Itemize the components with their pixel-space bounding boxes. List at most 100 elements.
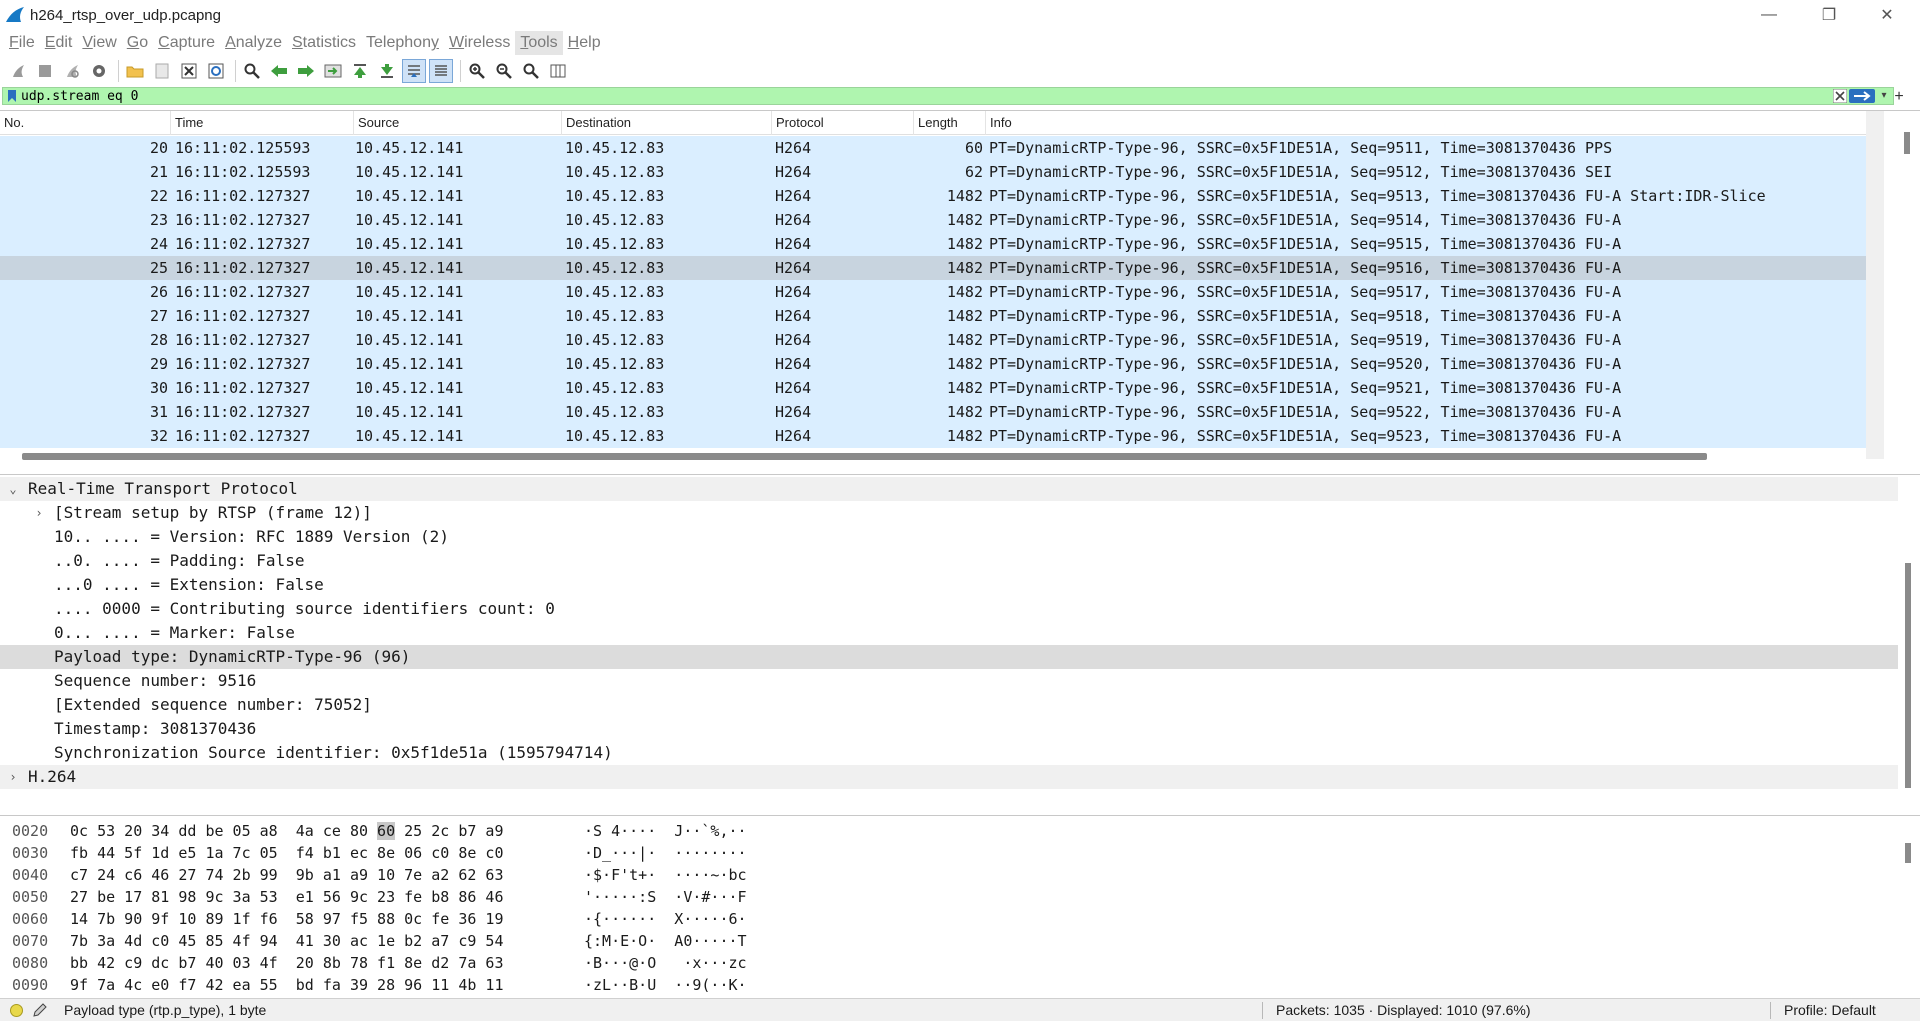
go-to-packet-icon[interactable] xyxy=(321,59,345,83)
zoom-out-icon[interactable] xyxy=(492,59,516,83)
packet-row[interactable]: 31 16:11:02.127327 10.45.12.141 10.45.12.83… xyxy=(0,400,1866,424)
protocol-tree-field[interactable]: Sequence number: 9516 xyxy=(0,669,1898,693)
column-header-time[interactable]: Time xyxy=(171,111,354,135)
packet-row[interactable]: 27 16:11:02.127327 10.45.12.141 10.45.12.83… xyxy=(0,304,1866,328)
column-header-no[interactable]: No. xyxy=(0,111,171,135)
packet-row[interactable]: 20 16:11:02.125593 10.45.12.141 10.45.12.83… xyxy=(0,136,1866,160)
packet-row[interactable]: 30 16:11:02.127327 10.45.12.141 10.45.12.83… xyxy=(0,376,1866,400)
protocol-tree-field[interactable]: Payload type: DynamicRTP-Type-96 (96) xyxy=(0,645,1898,669)
capture-comment-pencil-icon[interactable] xyxy=(32,1002,48,1018)
stop-capture-icon[interactable] xyxy=(33,59,57,83)
protocol-tree-header[interactable]: › H.264 xyxy=(0,765,1898,789)
resize-columns-icon[interactable] xyxy=(546,59,570,83)
first-packet-icon[interactable] xyxy=(348,59,372,83)
packet-row[interactable]: 24 16:11:02.127327 10.45.12.141 10.45.12.83… xyxy=(0,232,1866,256)
hex-row[interactable]: 0080 bb 42 c9 dc b7 40 03 4f 20 8b 78 f1 … xyxy=(0,952,800,974)
packet-list-scrollbar[interactable] xyxy=(1866,111,1884,459)
packet-row[interactable]: 23 16:11:02.127327 10.45.12.141 10.45.12.83… xyxy=(0,208,1866,232)
go-back-arrow-icon[interactable] xyxy=(267,59,291,83)
apply-filter-arrow-icon[interactable] xyxy=(1849,89,1875,103)
close-file-icon[interactable] xyxy=(177,59,201,83)
expert-info-indicator-icon[interactable] xyxy=(10,1004,23,1017)
save-file-icon[interactable] xyxy=(150,59,174,83)
packet-row[interactable]: 32 16:11:02.127327 10.45.12.141 10.45.12.83… xyxy=(0,424,1866,448)
clear-filter-icon[interactable] xyxy=(1833,89,1847,103)
autoscroll-icon[interactable] xyxy=(402,59,426,83)
capture-options-gear-icon[interactable] xyxy=(87,59,111,83)
menu-tools[interactable]: Tools xyxy=(515,31,563,55)
normal-size-icon[interactable] xyxy=(519,59,543,83)
hex-row[interactable]: 0060 14 7b 90 9f 10 89 1f f6 58 97 f5 88 … xyxy=(0,908,800,930)
details-scroll-thumb[interactable] xyxy=(1905,563,1911,788)
expand-chevron-icon[interactable]: › xyxy=(32,501,46,525)
start-capture-icon[interactable] xyxy=(6,59,30,83)
minimize-button[interactable]: — xyxy=(1740,0,1798,30)
protocol-tree-header[interactable]: ⌄ Real-Time Transport Protocol xyxy=(0,477,1898,501)
menu-telephony[interactable]: Telephony xyxy=(361,31,444,55)
last-packet-icon[interactable] xyxy=(375,59,399,83)
column-header-destination[interactable]: Destination xyxy=(562,111,772,135)
packet-cell-time: 16:11:02.127327 xyxy=(175,211,311,229)
toolbar-separator xyxy=(235,60,236,82)
expand-chevron-icon[interactable]: › xyxy=(6,765,20,789)
packet-cell-len: 1482 xyxy=(946,355,983,373)
packet-cell-no: 22 xyxy=(149,187,168,205)
packet-row[interactable]: 22 16:11:02.127327 10.45.12.141 10.45.12.83… xyxy=(0,184,1866,208)
menu-wireless[interactable]: Wireless xyxy=(444,31,515,55)
collapse-chevron-icon[interactable]: ⌄ xyxy=(6,477,20,501)
packet-row[interactable]: 25 16:11:02.127327 10.45.12.141 10.45.12.83… xyxy=(0,256,1866,280)
go-forward-arrow-icon[interactable] xyxy=(294,59,318,83)
protocol-tree-field[interactable]: .... 0000 = Contributing source identifi… xyxy=(0,597,1898,621)
protocol-tree-field[interactable]: Timestamp: 3081370436 xyxy=(0,717,1898,741)
profile-status[interactable]: Profile: Default xyxy=(1784,1001,1876,1019)
menu-capture[interactable]: Capture xyxy=(153,31,220,55)
menu-edit[interactable]: Edit xyxy=(40,31,78,55)
packet-row[interactable]: 29 16:11:02.127327 10.45.12.141 10.45.12.83… xyxy=(0,352,1866,376)
protocol-tree-field[interactable]: Synchronization Source identifier: 0x5f1… xyxy=(0,741,1898,765)
menu-file[interactable]: File xyxy=(4,31,40,55)
find-packet-magnifier-icon[interactable] xyxy=(240,59,264,83)
packet-bytes-pane: 0020 0c 53 20 34 dd be 05 a8 4a ce 80 60 … xyxy=(0,815,1920,995)
packet-row[interactable]: 21 16:11:02.125593 10.45.12.141 10.45.12.83… xyxy=(0,160,1866,184)
menu-help[interactable]: Help xyxy=(563,31,606,55)
column-header-source[interactable]: Source xyxy=(354,111,562,135)
hex-row[interactable]: 0090 9f 7a 4c e0 f7 42 ea 55 bd fa 39 28 … xyxy=(0,974,800,996)
menu-statistics[interactable]: Statistics xyxy=(287,31,361,55)
display-filter-input[interactable]: udp.stream eq 0 xyxy=(21,89,1833,104)
protocol-tree-field[interactable]: ..0. .... = Padding: False xyxy=(0,549,1898,573)
packet-cell-src: 10.45.12.141 xyxy=(355,139,464,157)
packet-cell-len: 1482 xyxy=(946,379,983,397)
add-filter-button[interactable]: + xyxy=(1890,88,1908,106)
protocol-tree-field[interactable]: ...0 .... = Extension: False xyxy=(0,573,1898,597)
filter-bookmark-icon[interactable] xyxy=(7,89,17,103)
menu-go[interactable]: Go xyxy=(122,31,153,55)
packet-cell-time: 16:11:02.125593 xyxy=(175,139,311,157)
menu-view[interactable]: View xyxy=(77,31,121,55)
menu-analyze[interactable]: Analyze xyxy=(220,31,287,55)
reload-file-icon[interactable] xyxy=(204,59,228,83)
column-header-info[interactable]: Info xyxy=(986,111,1866,135)
packet-list-scroll-thumb[interactable] xyxy=(1904,132,1910,154)
colorize-list-icon[interactable] xyxy=(429,59,453,83)
restart-capture-icon[interactable] xyxy=(60,59,84,83)
restore-button[interactable]: ❐ xyxy=(1800,0,1858,30)
bytes-scroll-thumb[interactable] xyxy=(1905,843,1911,863)
hex-row[interactable]: 0040 c7 24 c6 46 27 74 2b 99 9b a1 a9 10 … xyxy=(0,864,800,886)
protocol-tree-field[interactable]: [Extended sequence number: 75052] xyxy=(0,693,1898,717)
hex-row[interactable]: 0020 0c 53 20 34 dd be 05 a8 4a ce 80 60 … xyxy=(0,820,800,842)
column-header-length[interactable]: Length xyxy=(914,111,986,135)
close-button[interactable]: ✕ xyxy=(1858,0,1916,30)
zoom-in-icon[interactable] xyxy=(465,59,489,83)
filter-history-dropdown[interactable]: ▾ xyxy=(1877,89,1891,103)
hex-row[interactable]: 0070 7b 3a 4d c0 45 85 4f 94 41 30 ac 1e … xyxy=(0,930,800,952)
packet-list-horizontal-scrollbar[interactable] xyxy=(22,453,1707,460)
hex-row[interactable]: 0050 27 be 17 81 98 9c 3a 53 e1 56 9c 23 … xyxy=(0,886,800,908)
packet-row[interactable]: 26 16:11:02.127327 10.45.12.141 10.45.12.83… xyxy=(0,280,1866,304)
open-folder-icon[interactable] xyxy=(123,59,147,83)
protocol-tree-field[interactable]: 0... .... = Marker: False xyxy=(0,621,1898,645)
packet-row[interactable]: 28 16:11:02.127327 10.45.12.141 10.45.12.83… xyxy=(0,328,1866,352)
protocol-tree-field[interactable]: 10.. .... = Version: RFC 1889 Version (2… xyxy=(0,525,1898,549)
column-header-protocol[interactable]: Protocol xyxy=(772,111,914,135)
protocol-tree-field[interactable]: › [Stream setup by RTSP (frame 12)] xyxy=(0,501,1898,525)
hex-row[interactable]: 0030 fb 44 5f 1d e5 1a 7c 05 f4 b1 ec 8e … xyxy=(0,842,800,864)
